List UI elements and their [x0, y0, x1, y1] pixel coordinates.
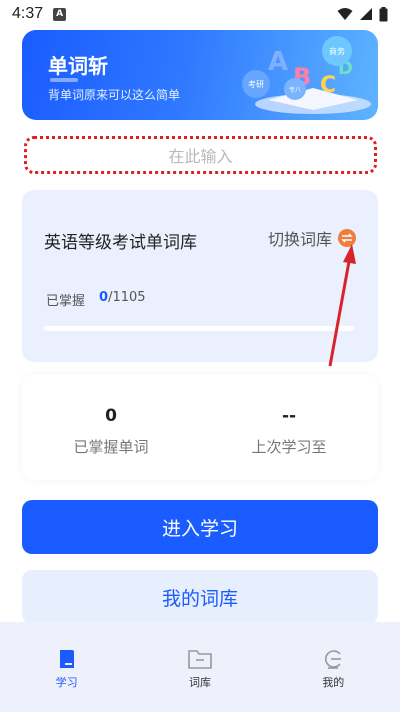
tab-profile[interactable]: 我的: [267, 622, 400, 712]
stat-last-value: --: [281, 406, 297, 426]
swap-icon: [338, 229, 356, 247]
mastered-progress-text: 已掌握 0/1105: [46, 290, 146, 309]
svg-text:C: C: [320, 73, 336, 98]
hero-banner[interactable]: 单词斩 背单词原来可以这么简单 A B C D 考研 商务 专八: [22, 30, 378, 120]
tab-library-label: 词库: [188, 676, 211, 689]
stat-mastered-words: 0 已掌握单词: [22, 374, 200, 480]
status-time: 4:37: [12, 5, 44, 22]
mastered-label: 已掌握: [46, 294, 86, 309]
switch-library-label: 切换词库: [267, 230, 332, 249]
battery-icon: [379, 6, 388, 21]
status-bar: 4:37 A: [0, 0, 400, 28]
mastered-count-group: 0/1105: [99, 290, 146, 309]
banner-bubble: 考研: [242, 70, 270, 98]
tab-study[interactable]: 学习: [0, 622, 133, 712]
banner-title-underline: [50, 78, 78, 82]
study-tab-icon: [59, 650, 74, 668]
svg-text:A: A: [268, 47, 288, 77]
notification-badge-icon: A: [53, 7, 67, 21]
banner-bubble: 商务: [322, 36, 352, 66]
status-icons: [337, 6, 388, 22]
total-count: /1105: [108, 290, 146, 305]
study-stats-card: 0 已掌握单词 -- 上次学习至: [22, 374, 378, 480]
start-study-button[interactable]: 进入学习: [22, 500, 378, 554]
tab-profile-label: 我的: [322, 676, 345, 689]
stat-last-study: -- 上次学习至: [200, 374, 378, 480]
banner-subtitle: 背单词原来可以这么简单: [48, 88, 181, 102]
wifi-icon: [337, 8, 353, 20]
bottom-tab-bar: 学习 词库 我的: [0, 622, 400, 712]
banner-title: 单词斩: [48, 54, 108, 78]
progress-bar: [44, 326, 354, 331]
signal-icon: [360, 8, 372, 20]
mastered-count: 0: [99, 290, 109, 305]
tab-library[interactable]: 词库: [133, 622, 266, 712]
stat-mastered-value: 0: [105, 406, 117, 426]
abc-books-illustration-icon: A B C D: [255, 47, 371, 114]
stat-mastered-label: 已掌握单词: [73, 438, 149, 456]
banner-bubble: 专八: [284, 78, 306, 100]
library-name: 英语等级考试单词库: [44, 233, 197, 253]
profile-icon: [325, 650, 342, 669]
my-library-button[interactable]: 我的词库: [22, 570, 378, 624]
switch-library-button[interactable]: 切换词库: [268, 226, 356, 250]
stat-last-label: 上次学习至: [251, 438, 327, 456]
folder-icon: [188, 650, 212, 669]
search-input[interactable]: 在此输入: [24, 136, 377, 174]
word-library-card: 英语等级考试单词库 切换词库 已掌握 0/1105: [22, 190, 378, 362]
tab-study-label: 学习: [55, 676, 78, 689]
